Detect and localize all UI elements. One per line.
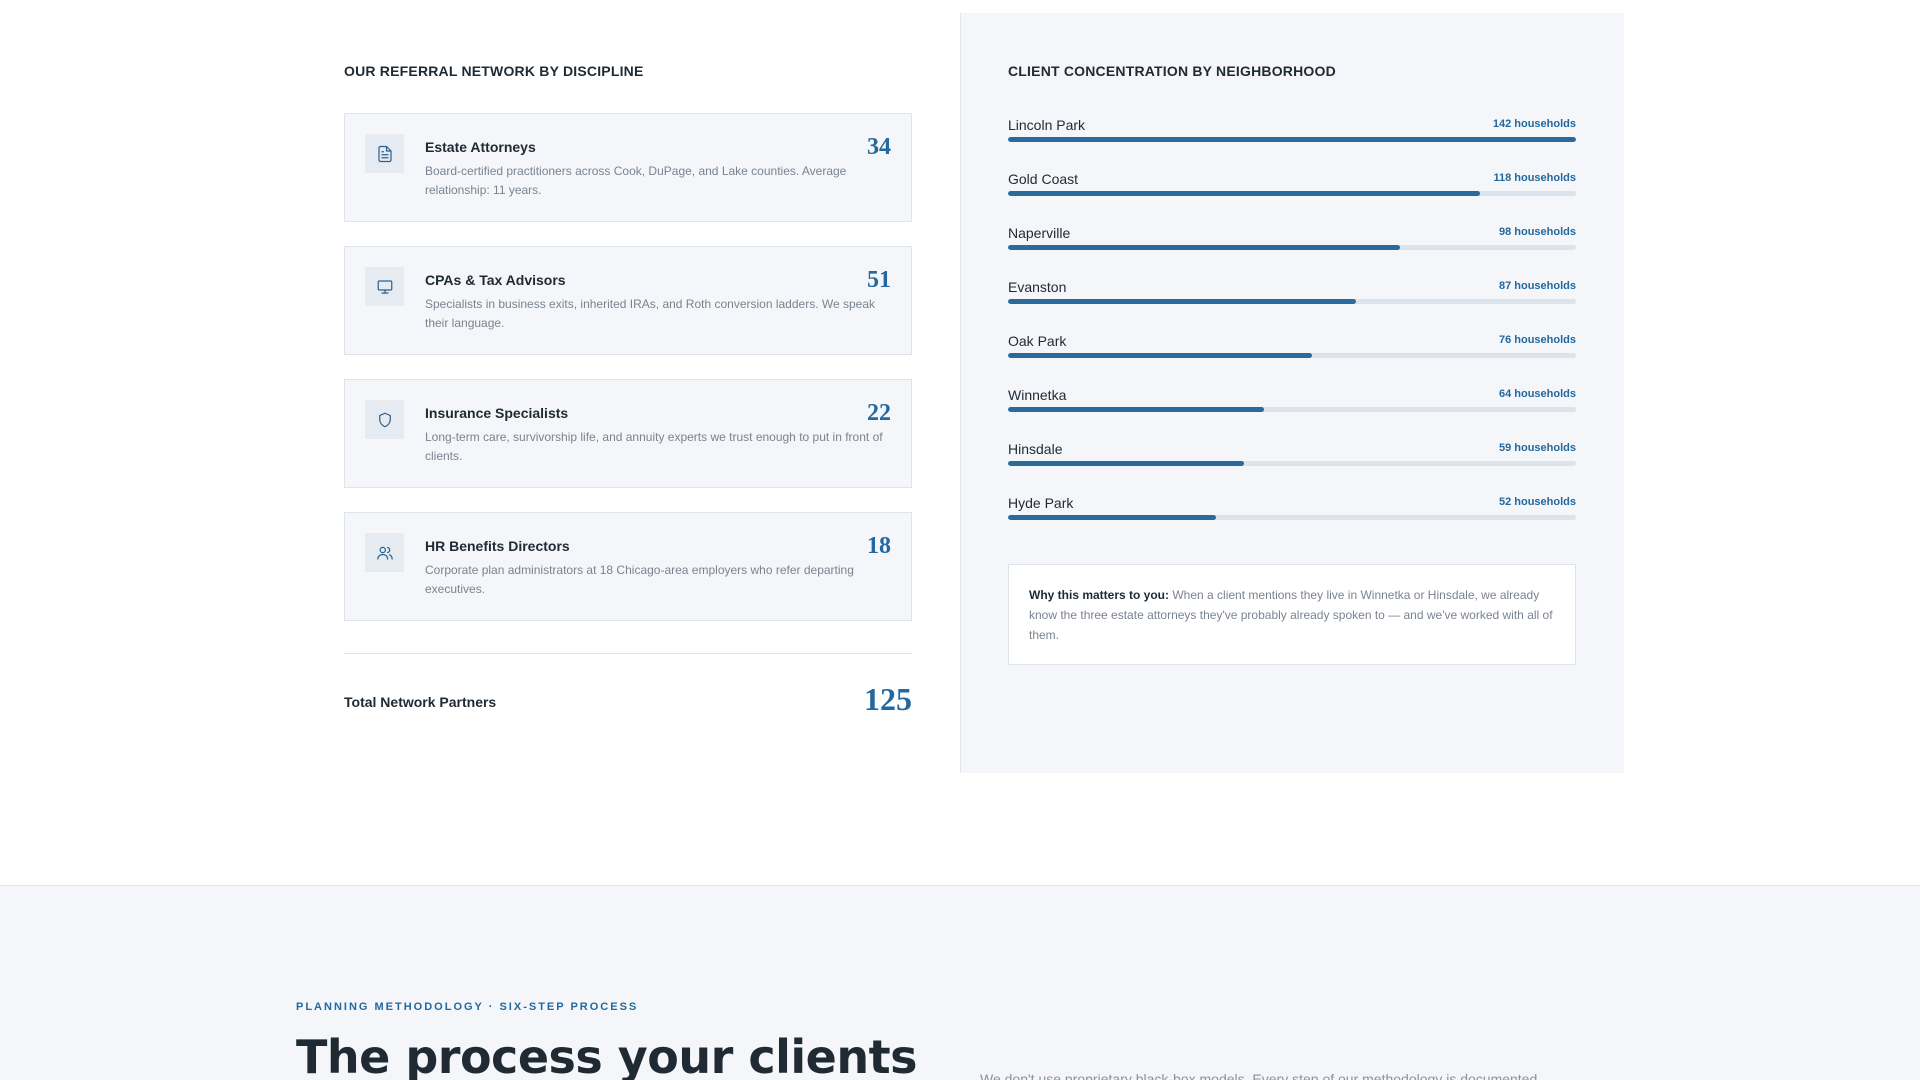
users-icon <box>365 533 404 572</box>
methodology-section <box>0 885 1920 1080</box>
neighborhood-name: Hyde Park <box>1008 495 1074 511</box>
neighborhood-row: Gold Coast 118 households <box>1008 171 1576 211</box>
card-count: 34 <box>867 134 891 160</box>
neighborhood-household-count: 52 households <box>1498 496 1576 508</box>
card-description: Corporate plan administrators at 18 Chic… <box>425 563 854 596</box>
neighborhood-name: Winnetka <box>1008 387 1067 403</box>
neighborhood-name: Gold Coast <box>1008 171 1079 187</box>
neighborhood-bar-track <box>1008 461 1576 466</box>
neighborhood-row: Hyde Park 52 households <box>1008 495 1576 535</box>
document-icon <box>365 134 404 173</box>
neighborhood-household-count: 76 households <box>1498 334 1576 346</box>
neighborhood-bar-track <box>1008 407 1576 412</box>
card-count: 18 <box>867 533 891 559</box>
neighborhood-bar-fill <box>1008 191 1480 196</box>
card-count: 22 <box>867 400 891 426</box>
neighborhood-name: Evanston <box>1008 279 1067 295</box>
methodology-intro: We don't use proprietary black-box model… <box>980 1071 1538 1080</box>
neighborhood-row: Hinsdale 59 households <box>1008 441 1576 481</box>
neighborhood-bar-fill <box>1008 407 1264 412</box>
card-description: Board-certified practitioners across Coo… <box>425 164 847 197</box>
neighborhood-bar-fill <box>1008 461 1244 466</box>
neighborhood-household-count: 118 households <box>1493 172 1576 184</box>
total-divider <box>344 653 912 654</box>
discipline-card-hr-benefits: HR Benefits Directors 18 Corporate plan … <box>344 512 912 621</box>
neighborhood-bar-track <box>1008 353 1576 358</box>
card-description: Specialists in business exits, inherited… <box>425 297 876 330</box>
neighborhood-row: Naperville 98 households <box>1008 225 1576 265</box>
neighborhood-name: Oak Park <box>1008 333 1067 349</box>
neighborhood-name: Hinsdale <box>1008 441 1063 457</box>
neighborhood-heading: CLIENT CONCENTRATION BY NEIGHBORHOOD <box>1008 63 1336 79</box>
neighborhood-household-count: 142 households <box>1492 118 1576 130</box>
card-title: CPAs & Tax Advisors <box>425 272 566 288</box>
neighborhood-bar-track <box>1008 515 1576 520</box>
card-count: 51 <box>867 267 891 293</box>
total-network-label: Total Network Partners <box>344 694 497 710</box>
neighborhood-household-count: 59 households <box>1498 442 1576 454</box>
neighborhood-name: Naperville <box>1008 225 1071 241</box>
neighborhood-household-count: 87 households <box>1498 280 1576 292</box>
neighborhood-bar-fill <box>1008 245 1400 250</box>
neighborhood-bar-fill <box>1008 137 1576 142</box>
note-label: Why this matters to you: <box>1029 588 1170 602</box>
card-description: Long-term care, survivorship life, and a… <box>425 430 883 463</box>
neighborhood-row: Lincoln Park 142 households <box>1008 117 1576 157</box>
neighborhood-bar-track <box>1008 137 1576 142</box>
methodology-title: The process your clients <box>296 1030 917 1080</box>
why-this-matters-note: Why this matters to you: When a client m… <box>1008 564 1576 665</box>
neighborhood-bar-fill <box>1008 299 1356 304</box>
shield-icon <box>365 400 404 439</box>
total-network-value: 125 <box>864 681 912 717</box>
neighborhood-bar-track <box>1008 191 1576 196</box>
discipline-card-insurance: Insurance Specialists 22 Long-term care,… <box>344 379 912 488</box>
methodology-eyebrow: PLANNING METHODOLOGY · SIX-STEP PROCESS <box>296 1001 639 1013</box>
neighborhood-name: Lincoln Park <box>1008 117 1086 133</box>
discipline-card-estate-attorneys: Estate Attorneys 34 Board-certified prac… <box>344 113 912 222</box>
referral-network-heading: OUR REFERRAL NETWORK BY DISCIPLINE <box>344 63 644 79</box>
monitor-icon <box>365 267 404 306</box>
neighborhood-bar-track <box>1008 245 1576 250</box>
card-title: Estate Attorneys <box>425 139 536 155</box>
neighborhood-row: Winnetka 64 households <box>1008 387 1576 427</box>
card-title: HR Benefits Directors <box>425 538 570 554</box>
neighborhood-bar-fill <box>1008 353 1312 358</box>
neighborhood-row: Evanston 87 households <box>1008 279 1576 319</box>
neighborhood-household-count: 98 households <box>1498 226 1576 238</box>
neighborhood-household-count: 64 households <box>1498 388 1576 400</box>
card-title: Insurance Specialists <box>425 405 569 421</box>
neighborhood-row: Oak Park 76 households <box>1008 333 1576 373</box>
neighborhood-bar-track <box>1008 299 1576 304</box>
discipline-card-cpas: CPAs & Tax Advisors 51 Specialists in bu… <box>344 246 912 355</box>
neighborhood-bar-fill <box>1008 515 1216 520</box>
